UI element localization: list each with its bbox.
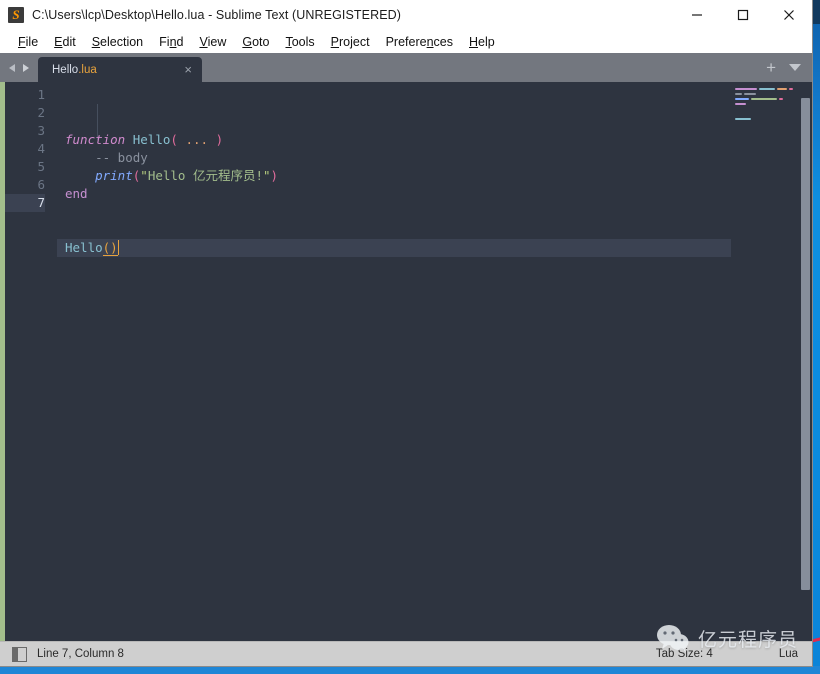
line-number: 6 <box>37 177 45 192</box>
code-line[interactable]: end <box>57 185 731 203</box>
sublime-text-window: C:\Users\lcp\Desktop\Hello.lua - Sublime… <box>0 0 812 666</box>
code-token: () <box>102 240 118 256</box>
status-bar: Line 7, Column 8 Tab Size: 4 Lua <box>0 641 812 666</box>
syntax-label[interactable]: Lua <box>779 648 798 660</box>
minimap-token <box>779 98 783 100</box>
tab-bar-actions: + <box>766 53 812 82</box>
maximize-button[interactable] <box>720 0 766 30</box>
menu-item-file[interactable]: File <box>10 31 46 53</box>
minimap-token <box>789 88 793 90</box>
minimap-token <box>735 118 751 120</box>
sublime-text-logo-icon <box>8 6 24 23</box>
menu-item-help[interactable]: Help <box>461 31 503 53</box>
code-line[interactable] <box>57 221 731 239</box>
menu-item-goto[interactable]: Goto <box>234 31 277 53</box>
cursor-position-label: Line 7, Column 8 <box>37 648 124 660</box>
line-number-gutter: 1 2 3 4 5 6 7 <box>5 82 57 641</box>
code-token: function <box>65 132 126 147</box>
chevron-down-icon[interactable] <box>788 63 802 72</box>
status-bar-right: Tab Size: 4 Lua <box>656 648 798 660</box>
minimap[interactable] <box>731 82 799 641</box>
scrollbar-thumb[interactable] <box>801 98 810 590</box>
code-token: end <box>65 186 88 201</box>
sidebar-toggle-icon[interactable] <box>12 646 27 662</box>
minimap-line <box>731 102 799 106</box>
tab-strip: Hello.lua × <box>38 53 202 82</box>
line-number: 2 <box>37 105 45 120</box>
line-number: 1 <box>37 87 45 102</box>
window-title: C:\Users\lcp\Desktop\Hello.lua - Sublime… <box>32 8 402 22</box>
line-number: 3 <box>37 123 45 138</box>
code-line[interactable]: function Hello( ... ) <box>57 131 731 149</box>
code-token: ... <box>185 132 209 147</box>
tab-size-label[interactable]: Tab Size: 4 <box>656 648 713 660</box>
code-token: ( <box>170 132 178 147</box>
window-controls <box>674 0 812 30</box>
code-line[interactable]: -- body <box>57 149 731 167</box>
code-token: " <box>263 168 271 183</box>
minimap-line <box>731 112 799 116</box>
minimap-line <box>731 92 799 96</box>
minimap-token <box>759 88 775 90</box>
minimap-line <box>731 87 799 91</box>
minimap-token <box>735 98 749 100</box>
code-token: ) <box>270 168 279 183</box>
editor-area[interactable]: 1234567 function Hello( ... ) -- body pr… <box>0 82 812 641</box>
chevron-right-icon[interactable] <box>21 63 30 73</box>
menu-item-edit[interactable]: Edit <box>46 31 84 53</box>
minimap-token <box>735 103 746 105</box>
code-token: Hello <box>132 132 171 147</box>
desktop-bottom-strip <box>0 666 820 674</box>
tab-close-icon[interactable]: × <box>156 63 192 76</box>
code-token: Hello <box>65 240 103 255</box>
code-line[interactable]: Hello() <box>57 239 731 257</box>
tab-bar: Hello.lua × + <box>0 53 812 82</box>
menu-item-find[interactable]: Find <box>151 31 191 53</box>
code-token: " <box>140 168 148 183</box>
text-caret <box>117 240 119 255</box>
close-button[interactable] <box>766 0 812 30</box>
minimap-line <box>731 117 799 121</box>
line-number: 4 <box>37 141 45 156</box>
code-token: -- body <box>95 150 148 165</box>
plus-icon[interactable]: + <box>766 59 776 76</box>
code-token: ) <box>215 132 224 147</box>
menu-item-project[interactable]: Project <box>323 31 378 53</box>
tab-hello[interactable]: Hello.lua × <box>38 57 202 82</box>
menu-bar: File Edit Selection Find View Goto Tools Projec… <box>0 31 812 53</box>
menu-item-preferences[interactable]: Preferences <box>378 31 461 53</box>
minimap-token <box>735 93 742 95</box>
title-bar[interactable]: C:\Users\lcp\Desktop\Hello.lua - Sublime… <box>0 0 812 31</box>
line-number: 7 <box>5 194 45 212</box>
minimap-token <box>777 88 787 90</box>
minimize-button[interactable] <box>674 0 720 30</box>
menu-item-view[interactable]: View <box>191 31 234 53</box>
vertical-scrollbar[interactable] <box>799 82 812 641</box>
maximize-icon <box>737 9 749 21</box>
menu-item-tools[interactable]: Tools <box>277 31 322 53</box>
tab-label: Hello.lua <box>52 63 97 76</box>
minimap-token <box>735 88 757 90</box>
chevron-left-icon[interactable] <box>8 63 17 73</box>
code-token: print <box>95 168 133 183</box>
minimap-token <box>751 98 777 100</box>
minimap-line <box>731 97 799 101</box>
minimap-line <box>731 107 799 111</box>
code-content[interactable]: function Hello( ... ) -- body print("Hel… <box>57 82 731 641</box>
code-line[interactable] <box>57 203 731 221</box>
minimap-token <box>744 93 756 95</box>
line-number: 5 <box>37 159 45 174</box>
minimize-icon <box>692 14 702 16</box>
code-line[interactable]: print("Hello 亿元程序员!") <box>57 167 731 185</box>
menu-item-selection[interactable]: Selection <box>84 31 151 53</box>
tab-navigation <box>0 53 38 82</box>
close-icon <box>784 10 794 20</box>
code-token: Hello 亿元程序员! <box>147 168 263 183</box>
